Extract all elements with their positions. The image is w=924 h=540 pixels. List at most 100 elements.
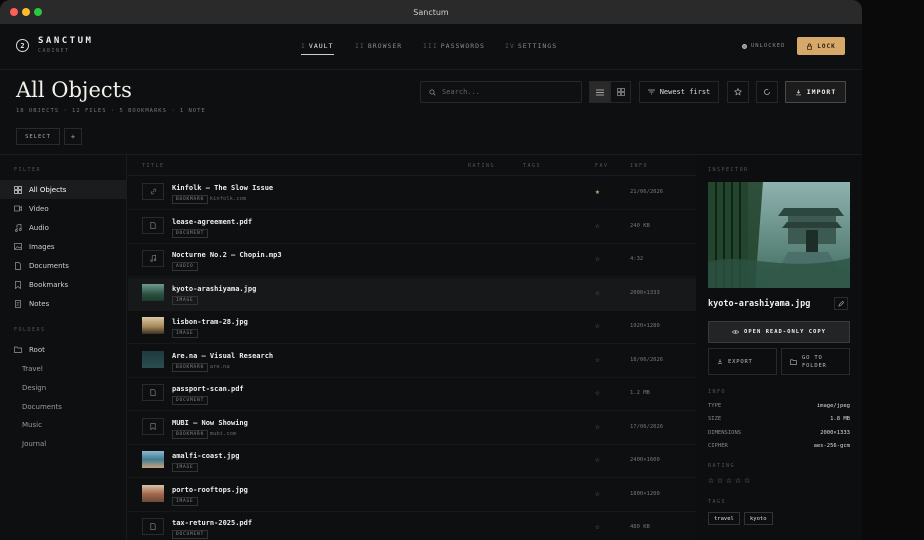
rename-button[interactable] [834, 297, 848, 310]
grid-view-button[interactable] [610, 81, 631, 103]
select-button[interactable]: SELECT [16, 128, 60, 145]
sidebar-item-notes[interactable]: Notes [0, 294, 126, 313]
tab-passwords[interactable]: III PASSWORDS [423, 42, 485, 50]
row-title: lease-agreement.pdf [172, 217, 253, 226]
table-row[interactable]: porto-rooftops.jpg IMAGE ☆ 1800×1200 [128, 479, 696, 512]
folder-label: Root [29, 345, 45, 354]
table-row[interactable]: lisbon-tram-28.jpg IMAGE ☆ 1920×1280 [128, 311, 696, 344]
refresh-button[interactable] [756, 81, 778, 103]
table-row[interactable]: Kinfolk — The Slow Issue BOOKMARK kinfolk.… [128, 177, 696, 210]
favorite-star-icon[interactable]: ★ [595, 187, 600, 196]
inspector-panel: INSPECTOR kyoto-arashiyama.jpg OPEN READ… [697, 155, 862, 540]
table-row[interactable]: Are.na — Visual Research BOOKMARK are.na ☆ 1… [128, 345, 696, 378]
sidebar-item-label: Audio [29, 223, 49, 232]
favorite-star-icon[interactable]: ☆ [595, 455, 600, 464]
folder-icon [790, 359, 797, 365]
search-input[interactable] [442, 88, 572, 96]
favorite-star-icon[interactable]: ☆ [595, 489, 600, 498]
top-nav: 2 SANCTUM CABINET I VAULT II BROWSER III PA… [0, 24, 862, 70]
music-icon [14, 223, 22, 232]
table-row[interactable]: kyoto-arashiyama.jpg IMAGE ☆ 2000×1333 [128, 277, 696, 311]
thumbnail-image [142, 317, 164, 334]
video-icon [14, 205, 22, 213]
tags-heading: TAGS [708, 499, 727, 505]
favorite-star-icon[interactable]: ☆ [595, 388, 600, 397]
row-title: MUBI — Now Showing [172, 418, 248, 427]
table-row[interactable]: lease-agreement.pdf DOCUMENT ☆ 240 KB [128, 211, 696, 244]
row-title: porto-rooftops.jpg [172, 485, 248, 494]
preview-image [708, 182, 850, 288]
add-button[interactable]: + [64, 128, 82, 145]
title-bar: Sanctum [0, 0, 862, 24]
sidebar-item-documents[interactable]: Documents [0, 256, 126, 275]
tab-settings[interactable]: IV SETTINGS [505, 42, 557, 50]
column-title[interactable]: TITLE [142, 163, 165, 169]
table-row[interactable]: MUBI — Now Showing BOOKMARK mubi.com ☆ 17/06… [128, 412, 696, 445]
column-tags[interactable]: TAGS [523, 163, 541, 169]
table-row[interactable]: Nocturne No.2 — Chopin.mp3 AUDIO ☆ 4:32 [128, 244, 696, 277]
folder-music[interactable]: Music [0, 415, 126, 434]
favorite-star-icon[interactable]: ☆ [595, 288, 600, 297]
favorite-star-icon[interactable]: ☆ [595, 254, 600, 263]
export-button[interactable]: EXPORT [708, 348, 777, 375]
folder-journal[interactable]: Journal [0, 434, 126, 453]
type-badge: IMAGE [172, 463, 198, 472]
table-row[interactable]: tax-return-2025.pdf DOCUMENT ☆ 480 KB [128, 512, 696, 540]
sidebar-item-images[interactable]: Images [0, 237, 126, 256]
bookmark-icon [142, 417, 164, 435]
sidebar-item-audio[interactable]: Audio [0, 218, 126, 237]
rating-heading: RATING [708, 463, 736, 469]
favorite-star-icon[interactable]: ☆ [595, 522, 600, 531]
row-info: 480 KB [630, 524, 650, 530]
eye-icon [732, 330, 740, 334]
folder-design[interactable]: Design [0, 378, 126, 397]
favorite-star-icon[interactable]: ☆ [595, 321, 600, 330]
rating-stars[interactable]: ☆☆☆☆☆ [708, 475, 753, 486]
sidebar-item-all-objects[interactable]: All Objects [0, 180, 126, 199]
list-view-button[interactable] [589, 81, 610, 103]
window-title: Sanctum [413, 7, 449, 17]
tab-vault[interactable]: I VAULT [301, 42, 334, 55]
favorite-star-icon[interactable]: ☆ [595, 422, 600, 431]
go-to-folder-button[interactable]: GO TO FOLDER [781, 348, 850, 375]
type-badge: IMAGE [172, 295, 198, 305]
minimize-window-button[interactable] [22, 8, 30, 16]
folder-documents[interactable]: Documents [0, 397, 126, 416]
row-title: Kinfolk — The Slow Issue [172, 184, 274, 192]
sidebar-item-label: All Objects [29, 185, 67, 194]
column-info[interactable]: INFO [630, 163, 648, 169]
maximize-window-button[interactable] [34, 8, 42, 16]
sort-button[interactable]: Newest first [639, 81, 719, 103]
open-read-only-button[interactable]: OPEN READ-ONLY COPY [708, 321, 850, 343]
type-badge: DOCUMENT [172, 530, 209, 539]
column-rating[interactable]: RATING [468, 163, 495, 169]
row-info: 18/06/2026 [630, 356, 664, 363]
search-box[interactable] [420, 81, 582, 103]
favorites-filter-button[interactable] [727, 81, 749, 103]
logo-icon: 2 [16, 39, 29, 52]
row-source: mubi.com [209, 430, 237, 437]
import-button[interactable]: IMPORT [785, 81, 846, 103]
close-window-button[interactable] [10, 8, 18, 16]
folder-root[interactable]: Root [0, 340, 126, 359]
sidebar-item-video[interactable]: Video [0, 199, 126, 218]
tab-browser[interactable]: II BROWSER [355, 42, 402, 50]
folder-travel[interactable]: Travel [0, 359, 126, 378]
row-source: are.na [209, 363, 230, 370]
table-row[interactable]: passport-scan.pdf DOCUMENT ☆ 1.2 MB [128, 378, 696, 411]
sidebar-item-bookmarks[interactable]: Bookmarks [0, 275, 126, 294]
status-dot-icon [742, 43, 747, 49]
tag-chip[interactable]: kyoto [744, 512, 773, 525]
table-row[interactable]: amalfi-coast.jpg IMAGE ☆ 2400×1600 [128, 445, 696, 478]
favorite-star-icon[interactable]: ☆ [595, 355, 600, 364]
column-fav[interactable]: FAV [595, 163, 609, 169]
pencil-icon [838, 300, 844, 307]
filter-heading: FILTER [14, 167, 42, 173]
tag-chip[interactable]: travel [708, 512, 740, 525]
bookmark-icon [14, 280, 22, 289]
favorite-star-icon[interactable]: ☆ [595, 221, 600, 230]
brand-name: SANCTUM [38, 36, 94, 46]
type-badge: IMAGE [172, 329, 198, 338]
lock-button[interactable]: LOCK [797, 37, 845, 55]
document-icon [14, 261, 22, 270]
